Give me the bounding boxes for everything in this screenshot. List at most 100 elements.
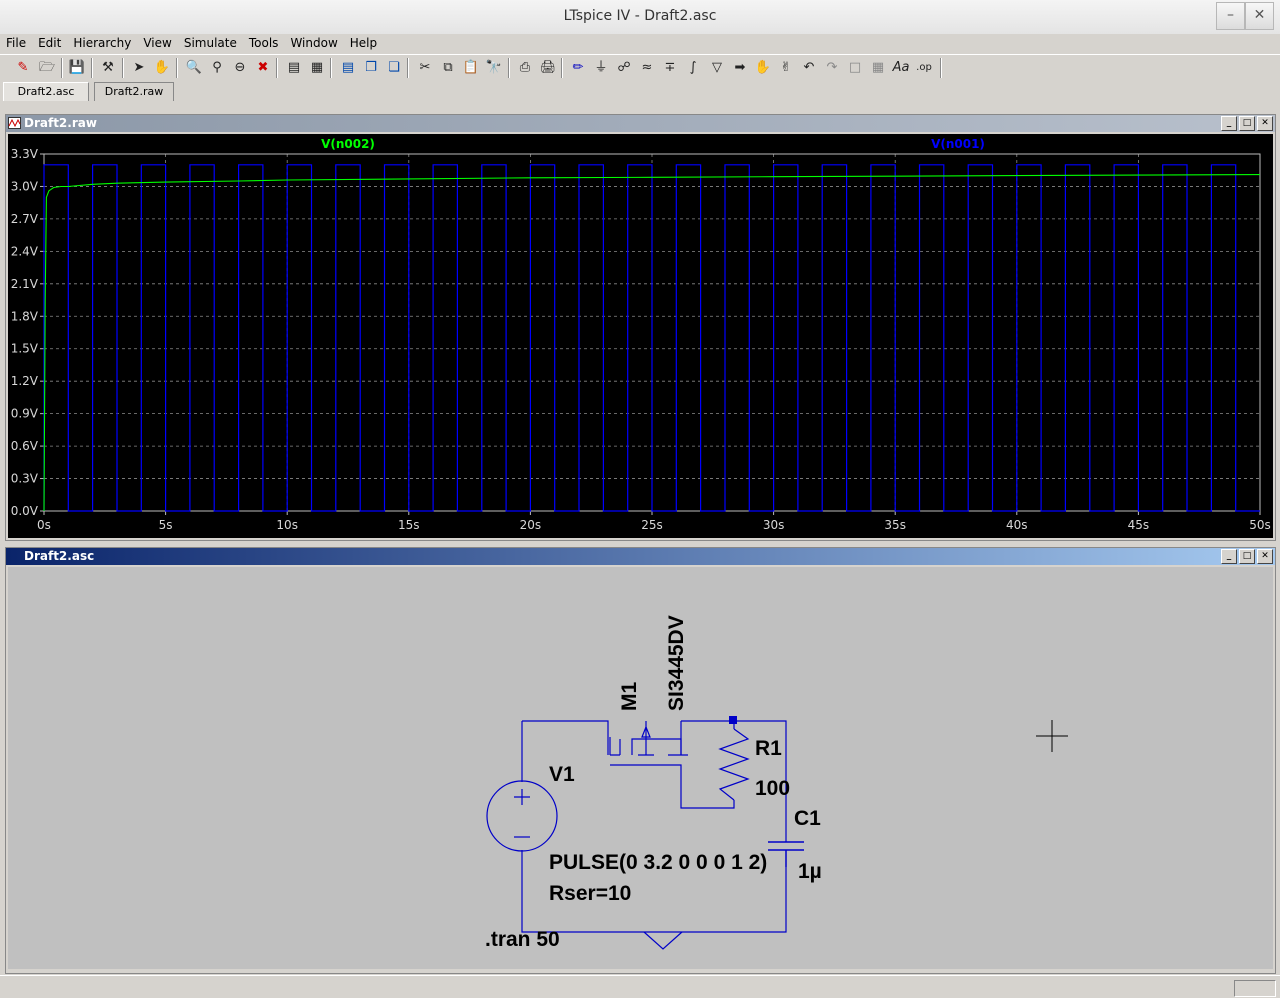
zoom-fit-icon[interactable]: ✖ [253, 58, 273, 78]
schematic-drawing[interactable]: V1 PULSE(0 3.2 0 0 0 1 2) Rser=10 M1 SI3… [8, 567, 1273, 969]
tile-vertical-icon[interactable]: ❏ [384, 58, 404, 78]
y-tick-label: 1.8V [11, 309, 39, 323]
pan-icon[interactable]: ⚲ [207, 58, 227, 78]
wire[interactable] [522, 720, 609, 755]
rotate-icon[interactable]: □ [845, 58, 865, 78]
zoom-out-icon[interactable]: ⊖ [230, 58, 250, 78]
print-setup-icon[interactable]: ⎙ [515, 58, 535, 78]
menu-window[interactable]: Window [284, 34, 343, 54]
run-icon[interactable]: ➤ [129, 58, 149, 78]
mirror-icon[interactable]: ▦ [868, 58, 888, 78]
menu-edit[interactable]: Edit [32, 34, 67, 54]
copy-icon[interactable]: ⧉ [438, 58, 458, 78]
component-icon[interactable]: ➡ [730, 58, 750, 78]
paste-icon[interactable]: 📋 [461, 58, 481, 78]
toolbar-separator [122, 58, 124, 78]
tran-directive[interactable]: .tran 50 [485, 928, 560, 951]
x-tick-label: 25s [641, 518, 663, 532]
move-icon[interactable]: ✋ [753, 58, 773, 78]
x-tick-label: 0s [37, 518, 51, 532]
save-icon[interactable]: 💾 [67, 58, 87, 78]
close-icon[interactable]: ✕ [1245, 2, 1274, 30]
c1-name-label: C1 [794, 807, 821, 830]
waveform-plot-area[interactable]: 0.0V 0.3V 0.6V 0.9V 1.2V 1.5V 1.8V 2.1V 2.4V 2.7V… [8, 134, 1273, 542]
waveform-window-title: Draft2.raw [24, 116, 97, 130]
minimize-icon[interactable]: _ [1221, 116, 1237, 131]
find-icon[interactable]: 🔭 [484, 58, 504, 78]
label-net-icon[interactable]: ☍ [614, 58, 634, 78]
maximize-icon[interactable]: □ [1239, 116, 1255, 131]
toolbar-separator [276, 58, 278, 78]
menu-simulate[interactable]: Simulate [178, 34, 243, 54]
ground-symbol[interactable] [643, 931, 683, 950]
close-icon[interactable]: ✕ [1257, 116, 1273, 131]
x-tick-label: 35s [884, 518, 906, 532]
drag-icon[interactable]: ✌ [776, 58, 796, 78]
mosfet-m1[interactable] [609, 721, 688, 756]
menu-view[interactable]: View [137, 34, 177, 54]
waveform-plot[interactable]: 0.0V 0.3V 0.6V 0.9V 1.2V 1.5V 1.8V 2.1V 2.4V 2.7V… [8, 134, 1273, 538]
document-tabs: Draft2.asc Draft2.raw [0, 82, 1280, 102]
resistor-r1[interactable] [718, 728, 750, 801]
plot-background [8, 134, 1273, 538]
wire-junction [729, 716, 737, 724]
title-bar: LTspice IV - Draft2.asc – ✕ [0, 0, 1280, 35]
menu-help[interactable]: Help [344, 34, 383, 54]
minimize-icon[interactable]: _ [1221, 549, 1237, 564]
inductor-icon[interactable]: ∫ [683, 58, 703, 78]
minimize-icon[interactable]: – [1216, 2, 1245, 30]
menu-tools[interactable]: Tools [243, 34, 285, 54]
schematic-canvas[interactable]: V1 PULSE(0 3.2 0 0 0 1 2) Rser=10 M1 SI3… [8, 567, 1273, 969]
spice-directive-icon[interactable]: .op [914, 58, 934, 78]
trace-label[interactable]: V(n002) [321, 137, 375, 151]
zoom-in-icon[interactable]: 🔍 [184, 58, 204, 78]
control-panel-icon[interactable]: ⚒ [98, 58, 118, 78]
x-tick-label: 50s [1249, 518, 1271, 532]
y-tick-label: 3.0V [11, 179, 39, 193]
new-schematic-icon[interactable]: ✎ [13, 58, 33, 78]
y-tick-label: 0.0V [11, 504, 39, 518]
waveform-icon [8, 117, 21, 129]
menu-file[interactable]: File [0, 34, 32, 54]
text-icon[interactable]: Aa [891, 58, 911, 78]
waveform-window-titlebar[interactable]: Draft2.raw _ □ ✕ [6, 115, 1275, 132]
print-icon[interactable]: 🖨 [538, 58, 558, 78]
capacitor-icon[interactable]: ∓ [660, 58, 680, 78]
trace-label[interactable]: V(n001) [931, 137, 985, 151]
toolbar-separator [407, 58, 409, 78]
tab-draft2-asc[interactable]: Draft2.asc [3, 82, 89, 101]
window-controls: – ✕ [1216, 2, 1274, 30]
ground-icon[interactable]: ⏚ [591, 58, 611, 78]
maximize-icon[interactable]: □ [1239, 549, 1255, 564]
y-tick-label: 3.3V [11, 147, 39, 161]
diode-icon[interactable]: ▽ [707, 58, 727, 78]
cascade-icon[interactable]: ❐ [361, 58, 381, 78]
open-icon[interactable]: 🗁 [37, 58, 57, 78]
voltage-source-v1[interactable] [486, 780, 558, 852]
waveform-window-controls: _ □ ✕ [1221, 116, 1273, 131]
x-tick-label: 40s [1006, 518, 1028, 532]
tile-horizontal-icon[interactable]: ▤ [338, 58, 358, 78]
grid-icon[interactable]: ▦ [307, 58, 327, 78]
m1-name-label: M1 [618, 682, 641, 711]
undo-icon[interactable]: ↶ [799, 58, 819, 78]
autorange-icon[interactable]: ▤ [284, 58, 304, 78]
redo-icon[interactable]: ↷ [822, 58, 842, 78]
resistor-icon[interactable]: ≈ [637, 58, 657, 78]
wire[interactable] [610, 764, 735, 809]
x-tick-label: 5s [159, 518, 173, 532]
tab-draft2-raw[interactable]: Draft2.raw [94, 82, 174, 101]
halt-icon[interactable]: ✋ [152, 58, 172, 78]
y-tick-label: 1.2V [11, 374, 39, 388]
schematic-window-title: Draft2.asc [24, 549, 95, 563]
menu-hierarchy[interactable]: Hierarchy [67, 34, 137, 54]
close-icon[interactable]: ✕ [1257, 549, 1273, 564]
crosshair-cursor-icon [1036, 720, 1068, 752]
draw-wire-icon[interactable]: ✏ [568, 58, 588, 78]
toolbar-separator [61, 58, 63, 78]
v1-rser-label: Rser=10 [549, 882, 631, 905]
schematic-window: Draft2.asc _ □ ✕ V1 PULSE(0 3.2 0 0 0 1 … [5, 547, 1276, 974]
cut-icon[interactable]: ✂ [415, 58, 435, 78]
schematic-window-titlebar[interactable]: Draft2.asc _ □ ✕ [6, 548, 1275, 565]
r1-name-label: R1 [755, 737, 782, 760]
